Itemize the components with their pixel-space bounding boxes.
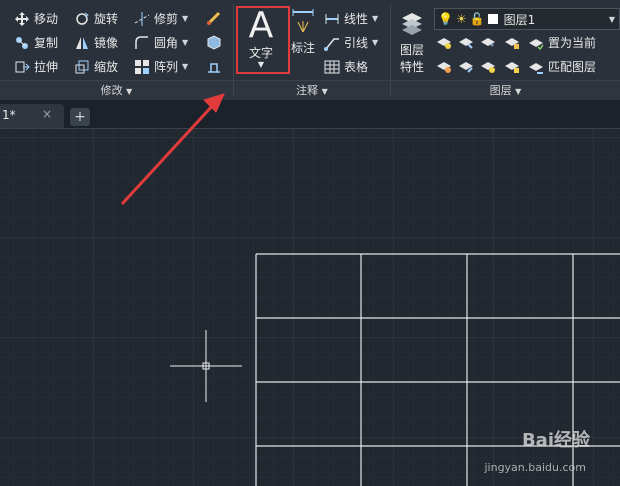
red-arrow bbox=[120, 93, 225, 206]
crosshair-cursor bbox=[170, 330, 242, 402]
watermark-url: jingyan.baidu.com bbox=[484, 461, 586, 474]
canvas-overlay bbox=[120, 93, 620, 486]
baidu-watermark: Bai经验 bbox=[521, 430, 590, 451]
